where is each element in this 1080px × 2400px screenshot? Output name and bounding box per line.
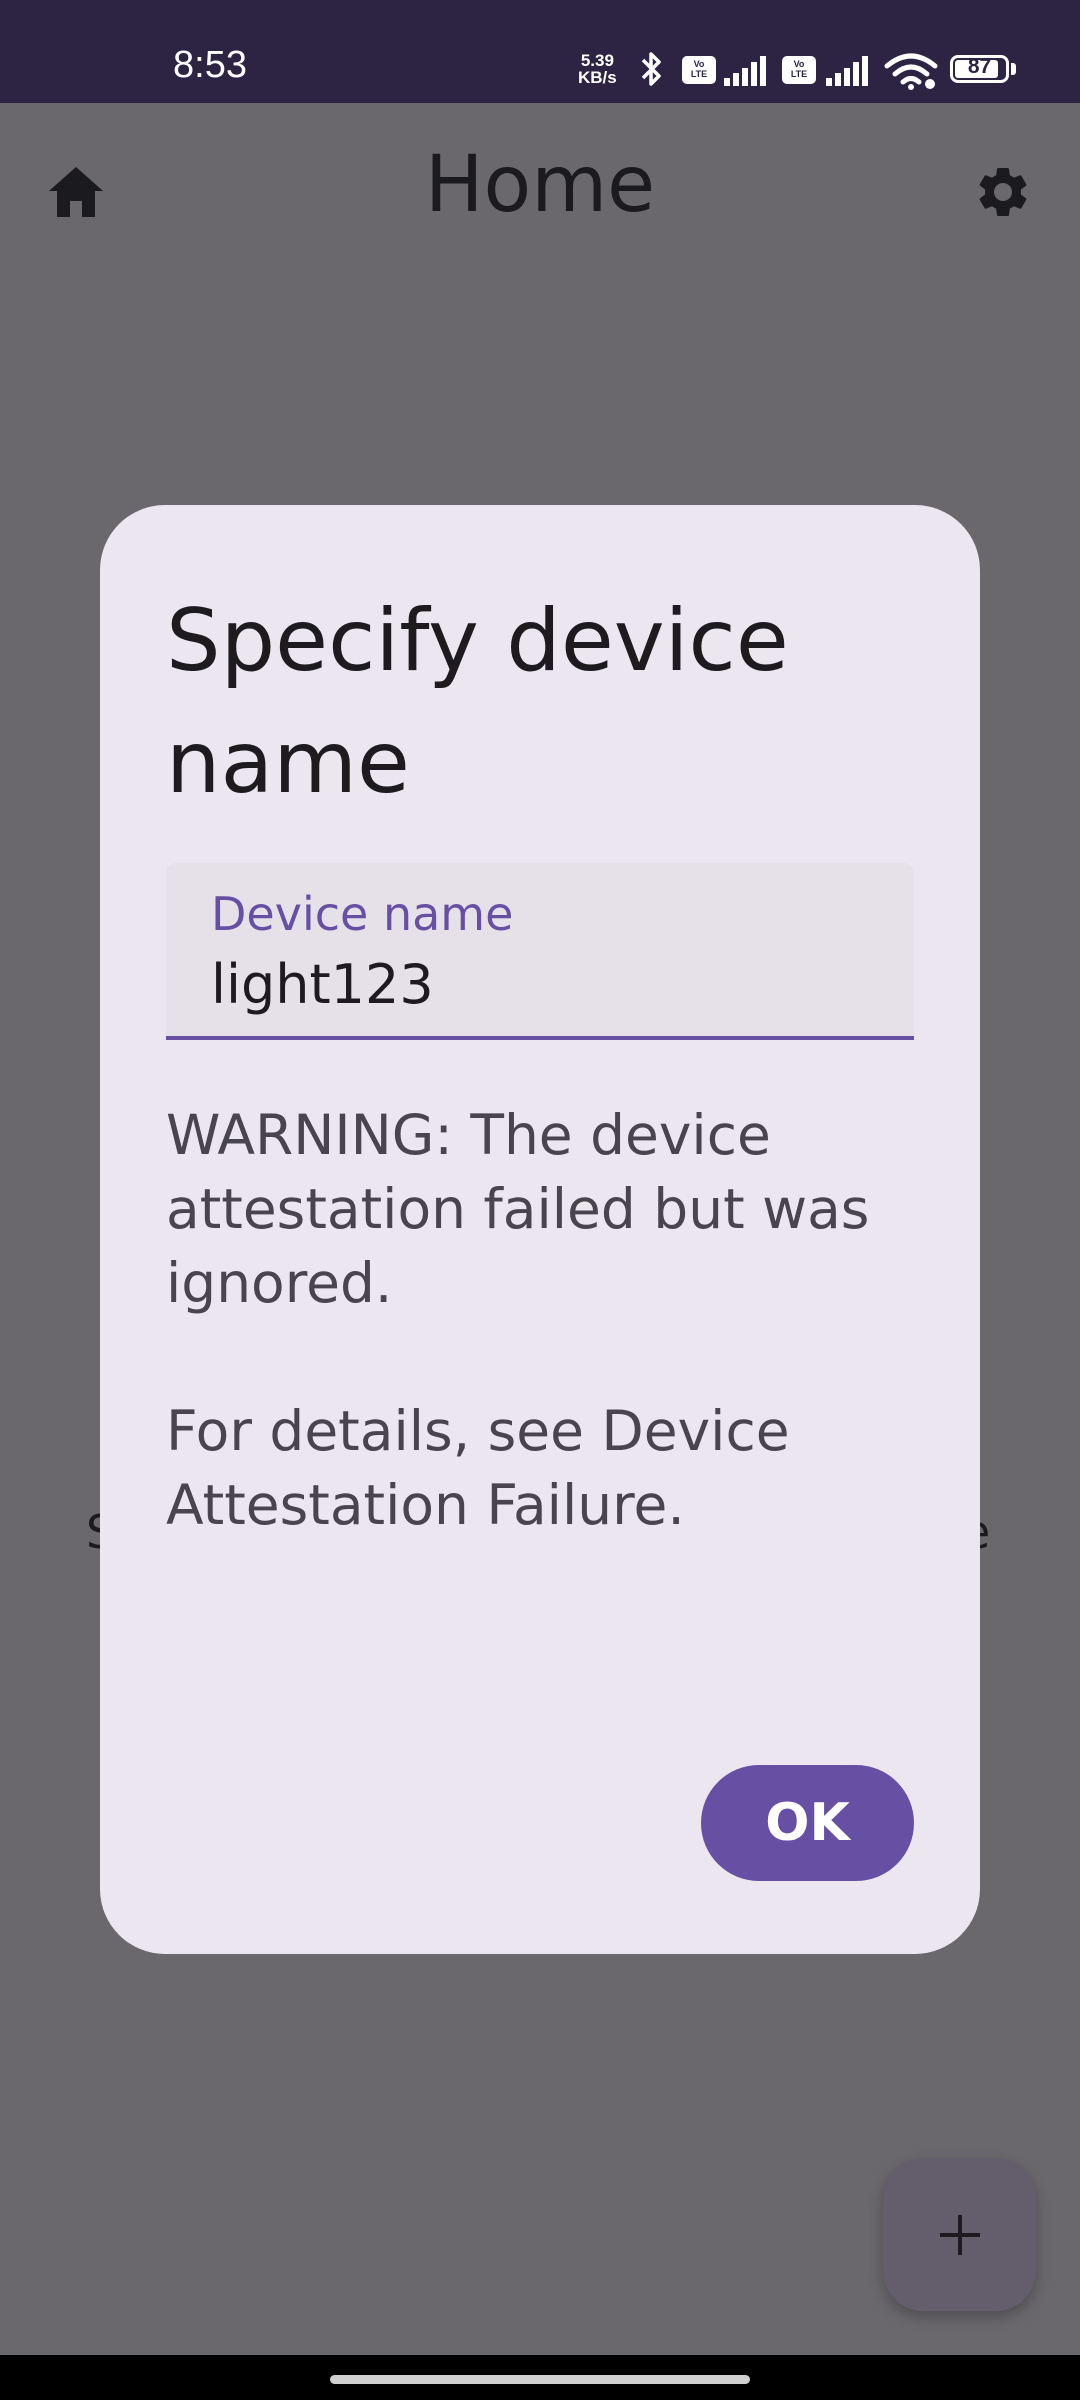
device-name-field[interactable]: Device name light123 xyxy=(166,863,914,1040)
wifi-icon xyxy=(884,53,938,90)
network-speed-value: 5.39 xyxy=(580,51,614,70)
settings-button[interactable] xyxy=(958,147,1048,237)
volte-icon: Vo LTE xyxy=(682,56,716,84)
plus-icon xyxy=(939,2214,980,2255)
status-bar: 8:53 5.39 KB/s Vo LTE Vo LTE 87 xyxy=(0,0,1080,103)
status-time: 8:53 xyxy=(173,44,247,86)
gesture-handle[interactable] xyxy=(330,2375,750,2384)
warning-text: WARNING: The device attestation failed b… xyxy=(166,1103,870,1315)
device-name-label: Device name xyxy=(211,887,514,941)
ok-button[interactable]: OK xyxy=(701,1765,914,1881)
screen: 8:53 5.39 KB/s Vo LTE Vo LTE 87 Home Spe… xyxy=(0,0,1080,2400)
add-device-button[interactable] xyxy=(883,2158,1036,2311)
volte-icon: Vo LTE xyxy=(782,56,816,84)
network-speed: 5.39 KB/s xyxy=(578,52,617,86)
bluetooth-icon xyxy=(641,52,661,86)
battery-icon: 87 xyxy=(950,55,1009,83)
signal-icon xyxy=(724,56,766,86)
device-name-dialog: Specify device name Device name light123… xyxy=(100,505,980,1954)
network-speed-unit: KB/s xyxy=(578,68,617,87)
battery-level: 87 xyxy=(967,55,992,78)
page-title: Home xyxy=(424,140,656,230)
dialog-title: Specify device name xyxy=(166,591,789,813)
signal-icon xyxy=(826,56,868,86)
device-name-input[interactable]: light123 xyxy=(211,953,434,1016)
settings-icon xyxy=(979,167,1027,216)
details-text: For details, see Device Attestation Fail… xyxy=(166,1399,790,1537)
battery-nub xyxy=(1011,63,1016,75)
dialog-body: WARNING: The device attestation failed b… xyxy=(166,1098,926,1542)
